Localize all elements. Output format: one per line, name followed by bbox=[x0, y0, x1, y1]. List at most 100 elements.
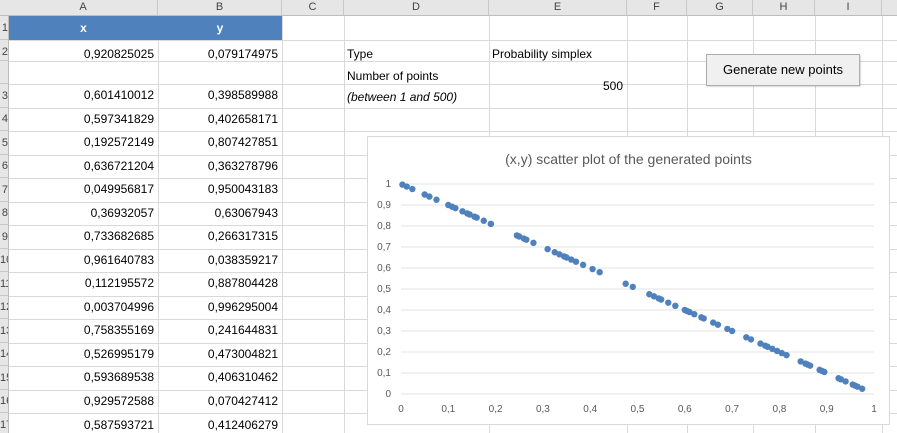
cell-y[interactable]: 0,473004821 bbox=[158, 347, 278, 361]
data-point[interactable] bbox=[589, 265, 596, 273]
data-point[interactable] bbox=[480, 217, 487, 224]
scatter-chart[interactable]: (x,y) scatter plot of the generated poin… bbox=[367, 136, 890, 425]
row-header[interactable]: 8 bbox=[0, 202, 8, 225]
row-header[interactable]: 11 bbox=[0, 272, 8, 296]
cell-y[interactable]: 0,412406279 bbox=[158, 418, 278, 433]
cell-x[interactable]: 0,601410012 bbox=[9, 88, 154, 102]
data-point[interactable] bbox=[714, 321, 722, 328]
row-header[interactable]: 12 bbox=[0, 296, 8, 319]
column-header-d[interactable]: D bbox=[344, 0, 489, 15]
row-header[interactable]: 2 bbox=[0, 40, 8, 61]
cell-x[interactable]: 0,593689538 bbox=[9, 370, 154, 384]
column-header-i[interactable]: I bbox=[815, 0, 882, 15]
column-header-f[interactable]: F bbox=[627, 0, 687, 15]
column-header-a[interactable]: A bbox=[9, 0, 158, 15]
data-point[interactable] bbox=[579, 261, 587, 269]
data-point[interactable] bbox=[403, 183, 410, 190]
cell-y[interactable]: 0,402658171 bbox=[158, 112, 278, 126]
cell-x[interactable]: 0,920825025 bbox=[9, 47, 154, 61]
data-point[interactable] bbox=[821, 368, 828, 376]
data-point[interactable] bbox=[426, 193, 433, 200]
chart-plot-area: 0 0,1 0,2 0,3 0,4 0,5 0,6 0,7 0,8 0,9 1 0 0,1 0,2 0,3 0… bbox=[377, 179, 877, 415]
cell-y[interactable]: 0,887804428 bbox=[158, 276, 278, 290]
data-point[interactable] bbox=[473, 214, 480, 221]
data-point[interactable] bbox=[657, 296, 665, 303]
data-point[interactable] bbox=[622, 280, 629, 287]
cell-y[interactable]: 0,807427851 bbox=[158, 135, 278, 149]
data-point[interactable] bbox=[858, 385, 866, 392]
row-header[interactable]: 3 bbox=[0, 84, 8, 108]
data-point[interactable] bbox=[487, 220, 495, 228]
cell-y[interactable]: 0,241644831 bbox=[158, 323, 278, 337]
cell-y[interactable]: 0,038359217 bbox=[158, 253, 278, 267]
cell-x[interactable]: 0,192572149 bbox=[9, 135, 154, 149]
row-header[interactable]: 1 bbox=[0, 16, 8, 40]
row-header[interactable]: 7 bbox=[0, 178, 8, 202]
row-header[interactable]: 9 bbox=[0, 225, 8, 249]
row-header[interactable]: 15 bbox=[0, 366, 8, 390]
data-point[interactable] bbox=[700, 315, 707, 322]
cell-y[interactable]: 0,398589988 bbox=[158, 88, 278, 102]
y-tick-label: 0,5 bbox=[377, 284, 391, 295]
data-point[interactable] bbox=[842, 378, 849, 385]
row-header[interactable]: 16 bbox=[0, 390, 8, 413]
cell-x[interactable]: 0,587593721 bbox=[9, 418, 154, 433]
cell-x[interactable]: 0,36932057 bbox=[9, 206, 154, 220]
cell-y[interactable]: 0,406310462 bbox=[158, 370, 278, 384]
data-point[interactable] bbox=[596, 269, 603, 276]
generate-new-points-button[interactable]: Generate new points bbox=[706, 54, 860, 86]
cell-x[interactable]: 0,112195572 bbox=[9, 276, 154, 290]
row-header[interactable] bbox=[0, 61, 8, 84]
data-point[interactable] bbox=[409, 185, 416, 193]
cell-y[interactable]: 0,079174975 bbox=[158, 47, 278, 61]
cell-x[interactable]: 0,526995179 bbox=[9, 347, 154, 361]
data-point[interactable] bbox=[530, 239, 537, 246]
cell-y[interactable]: 0,950043183 bbox=[158, 182, 278, 196]
column-header-e[interactable]: E bbox=[489, 0, 627, 15]
cell-x[interactable]: 0,597341829 bbox=[9, 112, 154, 126]
data-point[interactable] bbox=[433, 196, 440, 203]
type-value[interactable]: Probability simplex bbox=[492, 47, 592, 61]
cell-x[interactable]: 0,929572588 bbox=[9, 394, 154, 408]
points-value[interactable]: 500 bbox=[489, 79, 623, 93]
y-tick-label: 0,1 bbox=[377, 368, 391, 379]
cell-x[interactable]: 0,049956817 bbox=[9, 182, 154, 196]
data-point[interactable] bbox=[665, 299, 672, 306]
column-header-b[interactable]: B bbox=[158, 0, 282, 15]
cell-x[interactable]: 0,003704996 bbox=[9, 300, 154, 314]
column-header-g[interactable]: G bbox=[687, 0, 753, 15]
data-point[interactable] bbox=[523, 236, 530, 243]
data-point[interactable] bbox=[747, 336, 755, 343]
data-point[interactable] bbox=[728, 327, 736, 335]
cell-y[interactable]: 0,996295004 bbox=[158, 300, 278, 314]
cell-y[interactable]: 0,070427412 bbox=[158, 394, 278, 408]
cell-x[interactable]: 0,636721204 bbox=[9, 159, 154, 173]
table-header-y[interactable]: y bbox=[158, 16, 282, 40]
data-point[interactable] bbox=[672, 302, 679, 309]
row-header[interactable]: 13 bbox=[0, 319, 8, 343]
row-header[interactable]: 6 bbox=[0, 155, 8, 178]
row-header[interactable]: 4 bbox=[0, 108, 8, 131]
cell-x[interactable]: 0,733682685 bbox=[9, 229, 154, 243]
data-point[interactable] bbox=[544, 245, 551, 253]
data-point[interactable] bbox=[572, 258, 580, 265]
cell-y[interactable]: 0,363278796 bbox=[158, 159, 278, 173]
data-point[interactable] bbox=[629, 283, 636, 291]
column-header-h[interactable]: H bbox=[753, 0, 815, 15]
data-point[interactable] bbox=[452, 204, 459, 212]
data-point[interactable] bbox=[806, 362, 814, 369]
row-header[interactable]: 17 bbox=[0, 413, 8, 433]
x-tick-label: 0,8 bbox=[772, 404, 786, 415]
data-point[interactable] bbox=[783, 351, 790, 359]
row-header[interactable]: 5 bbox=[0, 131, 8, 155]
cell-y[interactable]: 0,266317315 bbox=[158, 229, 278, 243]
row-header[interactable]: 10 bbox=[0, 249, 8, 272]
cell-x[interactable]: 0,758355169 bbox=[9, 323, 154, 337]
column-header-c[interactable]: C bbox=[282, 0, 344, 15]
data-point[interactable] bbox=[691, 311, 698, 318]
cell-x[interactable]: 0,961640783 bbox=[9, 253, 154, 267]
row-header[interactable]: 14 bbox=[0, 343, 8, 366]
table-header-x[interactable]: x bbox=[9, 16, 158, 40]
cell-y[interactable]: 0,63067943 bbox=[158, 206, 278, 220]
y-tick-label: 0,4 bbox=[377, 305, 391, 316]
